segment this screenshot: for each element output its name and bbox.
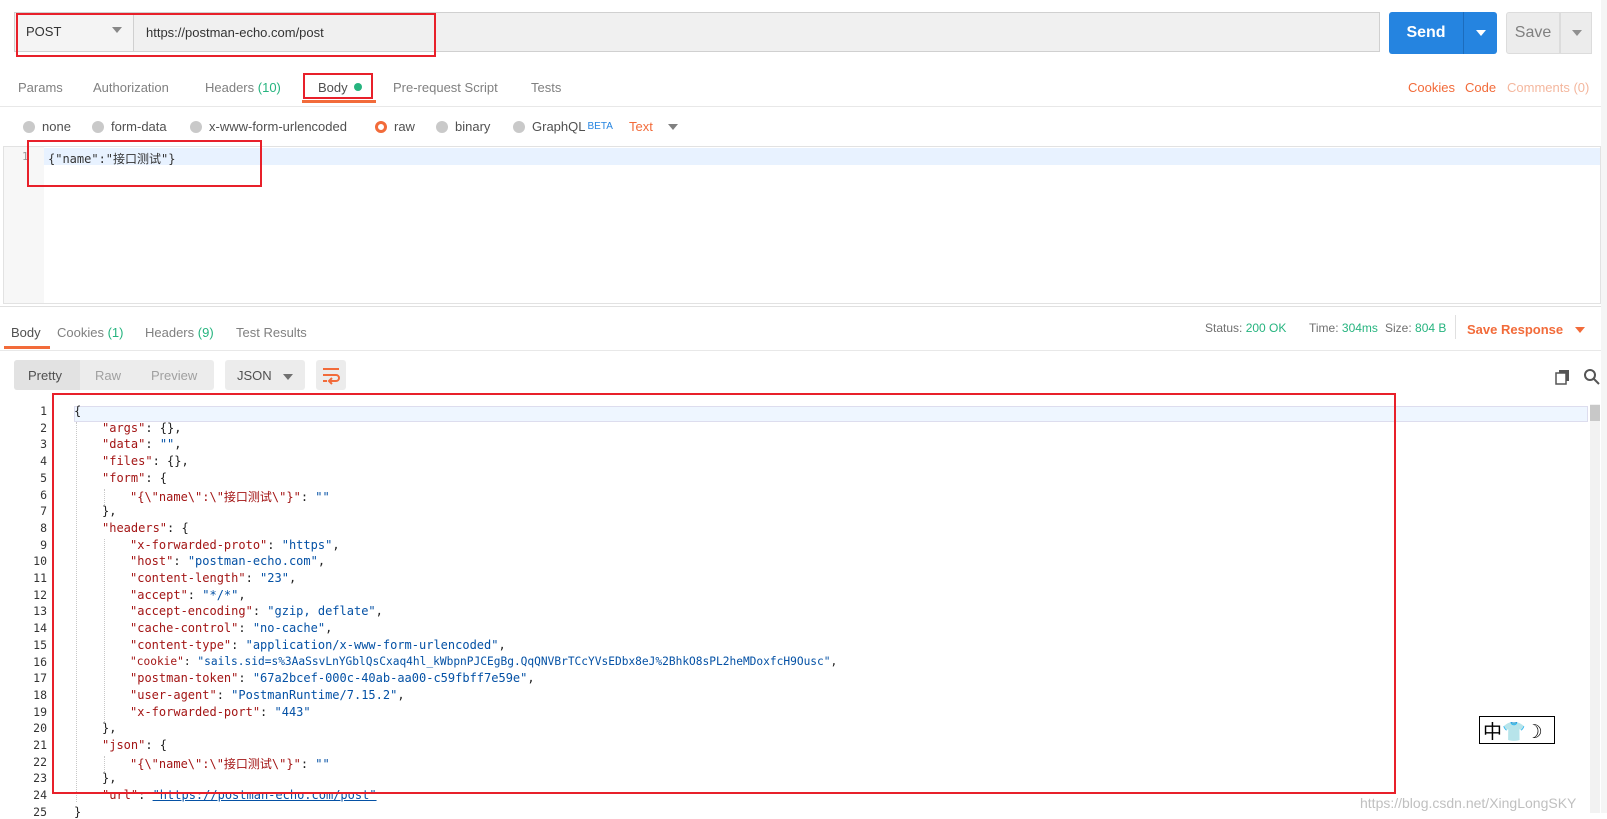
body-type-urlencoded-label: x-www-form-urlencoded <box>209 119 347 134</box>
tab-tests[interactable]: Tests <box>531 80 561 95</box>
content-type-select[interactable]: Text <box>629 119 653 134</box>
ime-indicator: 中👕☽ <box>1479 716 1555 744</box>
time-value: 304ms <box>1341 321 1378 335</box>
response-tab-body[interactable]: Body <box>11 325 41 340</box>
watermark: https://blog.csdn.net/XingLongSKY <box>1360 795 1577 811</box>
save-button[interactable]: Save <box>1506 12 1560 54</box>
wrap-lines-icon <box>323 368 340 385</box>
body-type-graphql[interactable]: GraphQL BETA <box>513 119 613 134</box>
response-tab-cookies-label: Cookies <box>57 325 104 340</box>
send-options-button[interactable] <box>1463 12 1497 54</box>
tab-headers[interactable]: Headers (10) <box>205 80 281 95</box>
response-tab-headers-count: (9) <box>197 325 214 340</box>
caret-down-icon <box>283 374 293 380</box>
code-link[interactable]: Code <box>1465 80 1496 95</box>
copy-icon[interactable] <box>1555 369 1571 388</box>
save-options-button[interactable] <box>1560 12 1592 54</box>
response-tab-cookies-count: (1) <box>107 325 124 340</box>
save-response-button[interactable]: Save Response <box>1467 322 1563 337</box>
time-label: Time: <box>1309 321 1339 335</box>
view-preview-button[interactable]: Preview <box>151 368 197 383</box>
time-readout: Time: 304ms <box>1309 321 1378 335</box>
body-type-binary[interactable]: binary <box>436 119 490 134</box>
caret-down-icon <box>668 124 678 130</box>
radio-icon <box>190 120 202 133</box>
save-button-label: Save <box>1514 24 1552 41</box>
annotation-box-response <box>52 393 1396 794</box>
cookies-link[interactable]: Cookies <box>1408 80 1455 95</box>
active-tab-indicator <box>4 346 50 349</box>
view-pretty-button[interactable]: Pretty <box>28 368 62 383</box>
size-readout: Size: 804 B <box>1385 321 1446 335</box>
response-tab-headers-label: Headers <box>145 325 195 340</box>
size-label: Size: <box>1385 321 1412 335</box>
tab-pre-request-script[interactable]: Pre-request Script <box>393 80 498 95</box>
body-type-form-data-label: form-data <box>111 119 167 134</box>
view-raw-button[interactable]: Raw <box>95 368 121 383</box>
response-scrollbar-thumb[interactable] <box>1590 405 1600 421</box>
response-tabs-divider <box>0 350 1607 351</box>
tab-headers-label: Headers <box>205 80 255 95</box>
body-type-binary-label: binary <box>455 119 491 134</box>
radio-selected-icon <box>375 120 387 133</box>
response-scrollbar[interactable] <box>1590 404 1600 813</box>
response-tab-test-results[interactable]: Test Results <box>236 325 307 340</box>
section-divider <box>0 306 1607 307</box>
status-label: Status: <box>1205 321 1243 335</box>
body-type-urlencoded[interactable]: x-www-form-urlencoded <box>190 119 347 134</box>
annotation-box-request <box>16 13 436 57</box>
body-type-none-label: none <box>42 119 71 134</box>
body-type-none[interactable]: none <box>23 119 71 134</box>
send-button-label: Send <box>1406 24 1446 41</box>
body-type-graphql-label: GraphQL <box>532 119 586 134</box>
active-tab-indicator <box>302 100 376 103</box>
send-button[interactable]: Send <box>1389 12 1463 54</box>
radio-icon <box>436 120 448 133</box>
response-tab-headers[interactable]: Headers (9) <box>145 325 214 340</box>
search-icon[interactable] <box>1583 368 1601 389</box>
status-value: 200 OK <box>1245 321 1287 335</box>
body-type-form-data[interactable]: form-data <box>92 119 167 134</box>
tab-params[interactable]: Params <box>18 80 63 95</box>
tab-headers-count: (10) <box>257 80 281 95</box>
radio-icon <box>23 120 35 133</box>
annotation-box-body-tab <box>303 73 373 99</box>
comments-link[interactable]: Comments (0) <box>1507 80 1589 95</box>
window-scrollbar[interactable] <box>1601 0 1607 813</box>
status-readout: Status: 200 OK <box>1205 321 1286 335</box>
format-label: JSON <box>237 368 272 383</box>
active-line-highlight <box>44 148 1600 165</box>
response-tab-cookies[interactable]: Cookies (1) <box>57 325 123 340</box>
divider <box>1455 315 1456 339</box>
wrap-lines-button[interactable] <box>316 360 346 390</box>
body-type-raw[interactable]: raw <box>375 119 415 134</box>
radio-icon <box>92 120 104 133</box>
tabs-divider <box>0 106 1607 107</box>
annotation-box-request-body <box>27 140 262 187</box>
size-value: 804 B <box>1415 321 1447 335</box>
tab-authorization[interactable]: Authorization <box>93 80 169 95</box>
code-line: } <box>74 805 81 819</box>
beta-badge: BETA <box>587 121 613 132</box>
brace: } <box>74 804 82 819</box>
caret-down-icon <box>1575 327 1585 333</box>
body-type-raw-label: raw <box>394 119 415 134</box>
radio-icon <box>513 120 525 133</box>
